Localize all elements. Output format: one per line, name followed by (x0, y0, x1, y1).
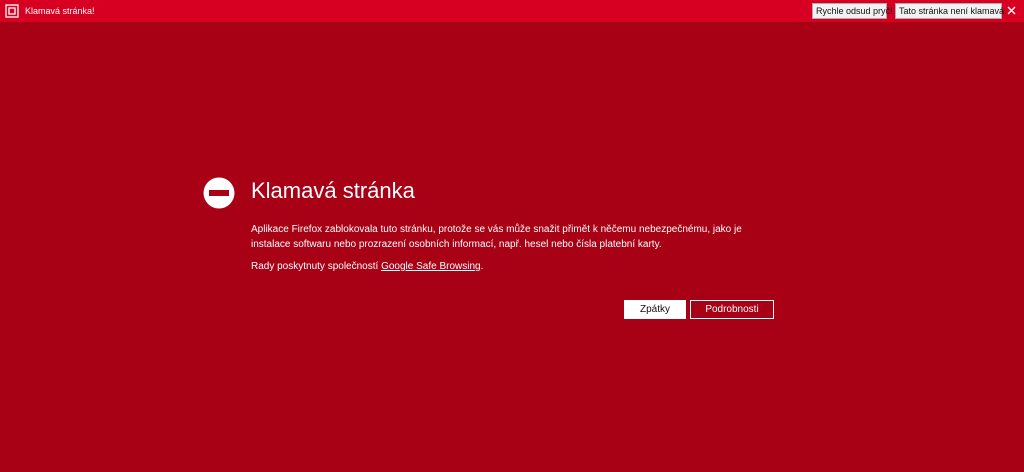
get-away-button[interactable]: Rychle odsud pryč! (812, 3, 893, 19)
blocked-icon (203, 177, 235, 209)
not-deceptive-button[interactable]: Tato stránka není klamavá... (895, 3, 1012, 19)
close-icon[interactable] (1006, 5, 1017, 16)
notification-bar: Klamavá stránka! Rychle odsud pryč! Tato… (0, 0, 1024, 22)
warning-shield-icon (5, 4, 19, 18)
advisory-suffix: . (480, 261, 484, 272)
back-button[interactable]: Zpátky (624, 300, 686, 319)
advisory-prefix: Rady poskytnuty společností (251, 261, 382, 272)
details-button[interactable]: Podrobnosti (690, 300, 774, 319)
page-title: Klamavá stránka (251, 178, 415, 203)
advisory-text: Rady poskytnuty společností Google Safe … (251, 259, 483, 274)
error-description: Aplikace Firefox zablokovala tuto stránk… (251, 224, 742, 250)
notification-message: Klamavá stránka! (25, 6, 95, 16)
safe-browsing-link[interactable]: Google Safe Browsing (381, 261, 481, 272)
